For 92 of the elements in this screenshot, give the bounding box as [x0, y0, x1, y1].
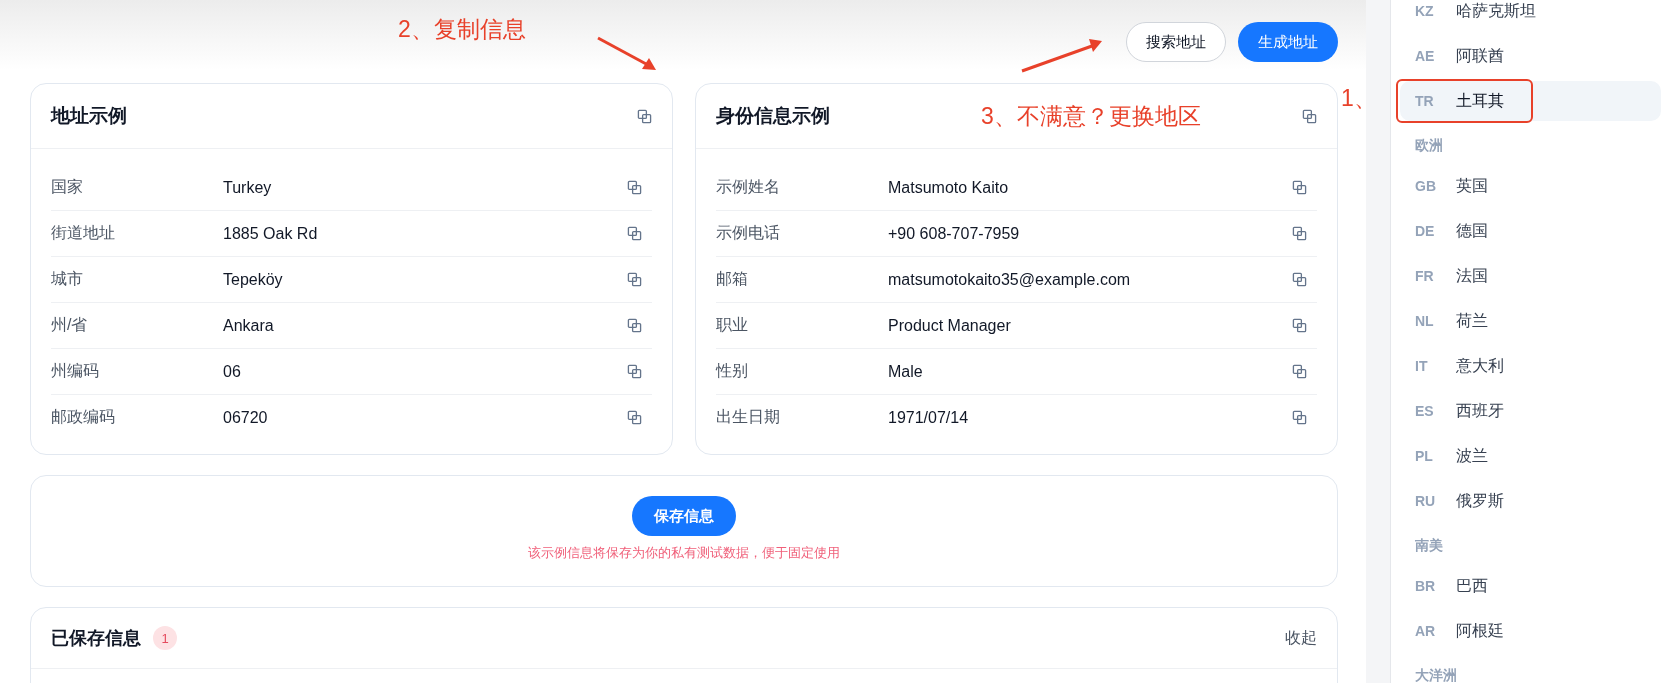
country-name: 德国 — [1456, 220, 1488, 241]
copy-icon[interactable] — [627, 180, 642, 195]
country-code: TR — [1415, 93, 1435, 109]
country-code: AE — [1415, 48, 1436, 64]
field-label: 职业 — [716, 315, 749, 335]
country-item[interactable]: FR 法国 — [1400, 256, 1661, 296]
country-item[interactable]: GB 英国 — [1400, 166, 1661, 206]
count-badge: 1 — [153, 626, 177, 650]
country-item[interactable]: DE 德国 — [1400, 211, 1661, 251]
field-value: Matsumoto Kaito — [888, 178, 1010, 197]
field-value: Turkey — [223, 178, 273, 197]
field-label: 示例姓名 — [716, 177, 781, 197]
field-label: 性别 — [716, 361, 749, 381]
country-code: DE — [1415, 223, 1436, 239]
copy-icon[interactable] — [627, 318, 642, 333]
country-name: 法国 — [1456, 265, 1488, 286]
field-value: Ankara — [223, 316, 275, 335]
country-code: KZ — [1415, 3, 1435, 19]
country-code: IT — [1415, 358, 1429, 374]
country-name: 土耳其 — [1456, 90, 1504, 111]
copy-icon[interactable] — [637, 108, 652, 124]
field-value: 1971/07/14 — [888, 408, 970, 427]
field-label: 邮政编码 — [51, 407, 116, 427]
country-item[interactable]: ES 西班牙 — [1400, 391, 1661, 431]
country-code: NL — [1415, 313, 1435, 329]
field-value: Male — [888, 362, 924, 381]
country-item[interactable]: AR 阿根廷 — [1400, 611, 1661, 651]
country-item[interactable]: AE 阿联酋 — [1400, 36, 1661, 76]
country-item[interactable]: PL 波兰 — [1400, 436, 1661, 476]
region-heading: 欧洲 — [1414, 136, 1444, 155]
save-button[interactable]: 保存信息 — [632, 496, 736, 536]
field-value: +90 608-707-7959 — [888, 224, 1021, 243]
country-name: 巴西 — [1456, 575, 1488, 596]
field-label: 州/省 — [51, 315, 89, 335]
region-heading: 南美 — [1414, 536, 1444, 555]
copy-icon[interactable] — [1292, 318, 1307, 333]
country-item[interactable]: NL 荷兰 — [1400, 301, 1661, 341]
annotation-text: 1、 — [1341, 84, 1377, 113]
copy-icon[interactable] — [1302, 108, 1317, 124]
country-name: 西班牙 — [1456, 400, 1504, 421]
country-item[interactable]: BR 巴西 — [1400, 566, 1661, 606]
country-name: 俄罗斯 — [1456, 490, 1504, 511]
field-label: 邮箱 — [716, 269, 749, 289]
annotation-text: 3、不满意？更换地区 — [981, 102, 1201, 131]
country-name: 荷兰 — [1456, 310, 1488, 331]
copy-icon[interactable] — [627, 364, 642, 379]
copy-icon[interactable] — [627, 410, 642, 425]
arrow-drawing — [596, 36, 658, 72]
field-label: 州编码 — [51, 361, 100, 381]
country-name: 波兰 — [1456, 445, 1488, 466]
field-value: matsumotokaito35@example.com — [888, 270, 1132, 289]
country-code: FR — [1415, 268, 1435, 284]
field-value: 1885 Oak Rd — [223, 224, 319, 243]
field-label: 国家 — [51, 177, 84, 197]
country-code: PL — [1415, 448, 1434, 464]
copy-icon[interactable] — [627, 272, 642, 287]
saved-title: 已保存信息 — [51, 627, 141, 650]
annotation-text: 2、复制信息 — [398, 15, 526, 44]
country-code: BR — [1415, 578, 1437, 594]
country-name: 阿根廷 — [1456, 620, 1504, 641]
country-item[interactable]: IT 意大利 — [1400, 346, 1661, 386]
country-item[interactable]: RU 俄罗斯 — [1400, 481, 1661, 521]
country-name: 阿联酋 — [1456, 45, 1504, 66]
copy-icon[interactable] — [627, 226, 642, 241]
country-name: 哈萨克斯坦 — [1456, 0, 1536, 21]
country-code: GB — [1415, 178, 1437, 194]
save-note: 该示例信息将保存为你的私有测试数据，便于固定使用 — [528, 544, 840, 562]
country-name: 意大利 — [1456, 355, 1504, 376]
field-label: 出生日期 — [716, 407, 781, 427]
field-label: 城市 — [51, 269, 84, 289]
region-heading: 大洋洲 — [1414, 666, 1458, 683]
copy-icon[interactable] — [1292, 272, 1307, 287]
country-item[interactable]: KZ 哈萨克斯坦 — [1400, 0, 1661, 31]
country-name: 英国 — [1456, 175, 1488, 196]
field-label: 街道地址 — [51, 223, 116, 243]
copy-icon[interactable] — [1292, 180, 1307, 195]
country-code: AR — [1415, 623, 1437, 639]
field-value: Tepeköy — [223, 270, 284, 289]
field-value: Product Manager — [888, 316, 1012, 335]
country-code: RU — [1415, 493, 1437, 509]
country-code: ES — [1415, 403, 1435, 419]
generate-button[interactable]: 生成地址 — [1238, 22, 1338, 62]
card-title: 身份信息示例 — [716, 104, 830, 128]
copy-icon[interactable] — [1292, 410, 1307, 425]
copy-icon[interactable] — [1292, 226, 1307, 241]
collapse-link[interactable]: 收起 — [1285, 627, 1317, 649]
field-label: 示例电话 — [716, 223, 781, 243]
field-value: 06 — [223, 362, 242, 381]
field-value: 06720 — [223, 408, 269, 427]
card-title: 地址示例 — [51, 104, 127, 128]
search-button[interactable]: 搜索地址 — [1126, 22, 1226, 62]
copy-icon[interactable] — [1292, 364, 1307, 379]
